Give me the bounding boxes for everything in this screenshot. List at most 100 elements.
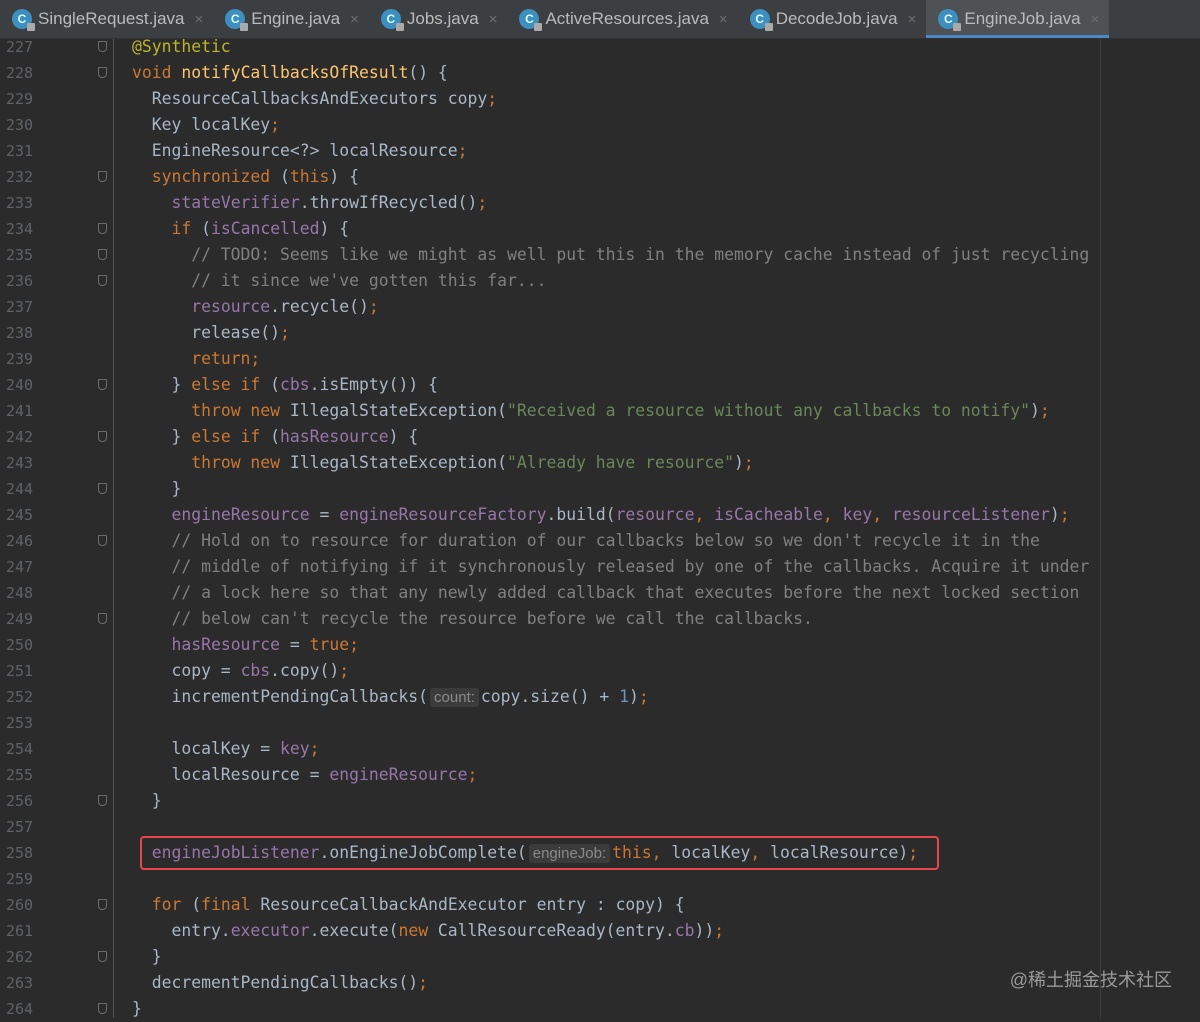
- code-token: ;: [309, 739, 320, 758]
- fold-marker-icon[interactable]: [98, 535, 107, 546]
- close-tab-icon[interactable]: ×: [489, 11, 498, 28]
- fold-marker-icon[interactable]: [98, 223, 107, 234]
- code-line[interactable]: 245 engineResource = engineResourceFacto…: [0, 502, 1200, 528]
- code-editor[interactable]: 227 @Synthetic 228 void notifyCallbacksOfRe…: [0, 37, 1200, 1018]
- code-token: localResource =: [132, 765, 330, 784]
- code-token: (: [270, 167, 290, 186]
- code-line[interactable]: 234 if (isCancelled) {: [0, 216, 1200, 242]
- code-line[interactable]: 238 release();: [0, 320, 1200, 346]
- code-line[interactable]: 232 synchronized (this) {: [0, 164, 1200, 190]
- code-line[interactable]: 259: [0, 866, 1200, 892]
- code-text: // it since we've gotten this far...: [132, 268, 546, 294]
- code-line[interactable]: 254 localKey = key;: [0, 736, 1200, 762]
- code-token: // a lock here so that any newly added c…: [132, 583, 1080, 602]
- code-line[interactable]: 249 // below can't recycle the resource …: [0, 606, 1200, 632]
- code-line[interactable]: 229 ResourceCallbacksAndExecutors copy;: [0, 86, 1200, 112]
- code-line[interactable]: 237 resource.recycle();: [0, 294, 1200, 320]
- fold-marker-icon[interactable]: [98, 795, 107, 806]
- code-token: (: [191, 219, 211, 238]
- close-tab-icon[interactable]: ×: [1091, 11, 1100, 28]
- fold-marker-icon[interactable]: [98, 951, 107, 962]
- tab-enginejob-java[interactable]: C EngineJob.java ×: [926, 0, 1110, 38]
- fold-marker-icon[interactable]: [98, 899, 107, 910]
- close-tab-icon[interactable]: ×: [350, 11, 359, 28]
- close-tab-icon[interactable]: ×: [908, 11, 917, 28]
- tab-singlerequest-java[interactable]: C SingleRequest.java ×: [0, 0, 213, 38]
- code-token: ): [628, 687, 639, 706]
- tab-label: DecodeJob.java: [775, 9, 898, 28]
- fold-marker-icon[interactable]: [98, 379, 107, 390]
- code-line[interactable]: 246 // Hold on to resource for duration …: [0, 528, 1200, 554]
- code-line[interactable]: 251 copy = cbs.copy();: [0, 658, 1200, 684]
- code-line[interactable]: 230 Key localKey;: [0, 112, 1200, 138]
- code-token: resourceListener: [891, 505, 1050, 524]
- code-text: // middle of notifying if it synchronous…: [132, 554, 1089, 580]
- fold-marker-icon[interactable]: [98, 41, 107, 52]
- code-token: @Synthetic: [132, 37, 231, 56]
- java-class-icon: C: [519, 9, 543, 31]
- code-line[interactable]: 261 entry.executor.execute(new CallResou…: [0, 918, 1200, 944]
- code-line[interactable]: 250 hasResource = true;: [0, 632, 1200, 658]
- code-text: }: [132, 476, 181, 502]
- code-token: }: [132, 427, 192, 446]
- code-line[interactable]: 241 throw new IllegalStateException("Rec…: [0, 398, 1200, 424]
- tab-activeresources-java[interactable]: C ActiveResources.java ×: [507, 0, 737, 38]
- code-line[interactable]: 257: [0, 814, 1200, 840]
- line-number: 236: [6, 272, 34, 290]
- tab-decodejob-java[interactable]: C DecodeJob.java ×: [738, 0, 927, 38]
- fold-marker-icon[interactable]: [98, 171, 107, 182]
- code-token: ): [733, 453, 744, 472]
- code-line[interactable]: 236 // it since we've gotten this far...: [0, 268, 1200, 294]
- code-line[interactable]: 242 } else if (hasResource) {: [0, 424, 1200, 450]
- close-tab-icon[interactable]: ×: [719, 11, 728, 28]
- code-token: ;: [714, 921, 725, 940]
- fold-marker-icon[interactable]: [98, 613, 107, 624]
- code-line[interactable]: 228 void notifyCallbacksOfResult() {: [0, 60, 1200, 86]
- code-token: // below can't recycle the resource befo…: [132, 609, 813, 628]
- code-line[interactable]: 258 engineJobListener.onEngineJobComplet…: [0, 840, 1200, 866]
- tab-jobs-java[interactable]: C Jobs.java ×: [369, 0, 508, 38]
- code-line[interactable]: 231 EngineResource<?> localResource;: [0, 138, 1200, 164]
- code-token: .isEmpty()) {: [309, 375, 438, 394]
- code-line[interactable]: 233 stateVerifier.throwIfRecycled();: [0, 190, 1200, 216]
- code-line[interactable]: 227 @Synthetic: [0, 34, 1200, 60]
- tab-label: SingleRequest.java: [38, 9, 185, 28]
- code-line[interactable]: 252 incrementPendingCallbacks(count: copy…: [0, 684, 1200, 710]
- code-token: (: [260, 427, 281, 446]
- line-number: 227: [6, 38, 34, 56]
- fold-marker-icon[interactable]: [98, 249, 107, 260]
- code-text: @Synthetic: [132, 34, 231, 60]
- code-line[interactable]: 255 localResource = engineResource;: [0, 762, 1200, 788]
- code-line[interactable]: 264}: [0, 996, 1200, 1022]
- fold-marker-icon[interactable]: [98, 275, 107, 286]
- code-token: 1: [619, 687, 629, 706]
- code-text: }: [132, 944, 162, 970]
- code-line[interactable]: 235 // TODO: Seems like we might as well…: [0, 242, 1200, 268]
- code-token: )): [694, 921, 715, 940]
- code-token: throw new: [191, 401, 281, 420]
- code-token: hasResource: [171, 635, 281, 654]
- code-line[interactable]: 260 for (final ResourceCallbackAndExecut…: [0, 892, 1200, 918]
- code-line[interactable]: 247 // middle of notifying if it synchro…: [0, 554, 1200, 580]
- close-tab-icon[interactable]: ×: [194, 11, 203, 28]
- code-line[interactable]: 239 return;: [0, 346, 1200, 372]
- code-line[interactable]: 243 throw new IllegalStateException("Alr…: [0, 450, 1200, 476]
- code-line[interactable]: 248 // a lock here so that any newly add…: [0, 580, 1200, 606]
- tab-label: Engine.java: [251, 9, 341, 28]
- fold-marker-icon[interactable]: [98, 67, 107, 78]
- code-line[interactable]: 256 }: [0, 788, 1200, 814]
- code-line[interactable]: 253: [0, 710, 1200, 736]
- code-line[interactable]: 244 }: [0, 476, 1200, 502]
- tab-engine-java[interactable]: C Engine.java ×: [213, 0, 369, 38]
- code-token: =: [309, 505, 340, 524]
- fold-marker-icon[interactable]: [98, 431, 107, 442]
- fold-marker-icon[interactable]: [98, 1003, 107, 1014]
- code-line[interactable]: 240 } else if (cbs.isEmpty()) {: [0, 372, 1200, 398]
- code-token: }: [132, 947, 162, 966]
- fold-marker-icon[interactable]: [98, 483, 107, 494]
